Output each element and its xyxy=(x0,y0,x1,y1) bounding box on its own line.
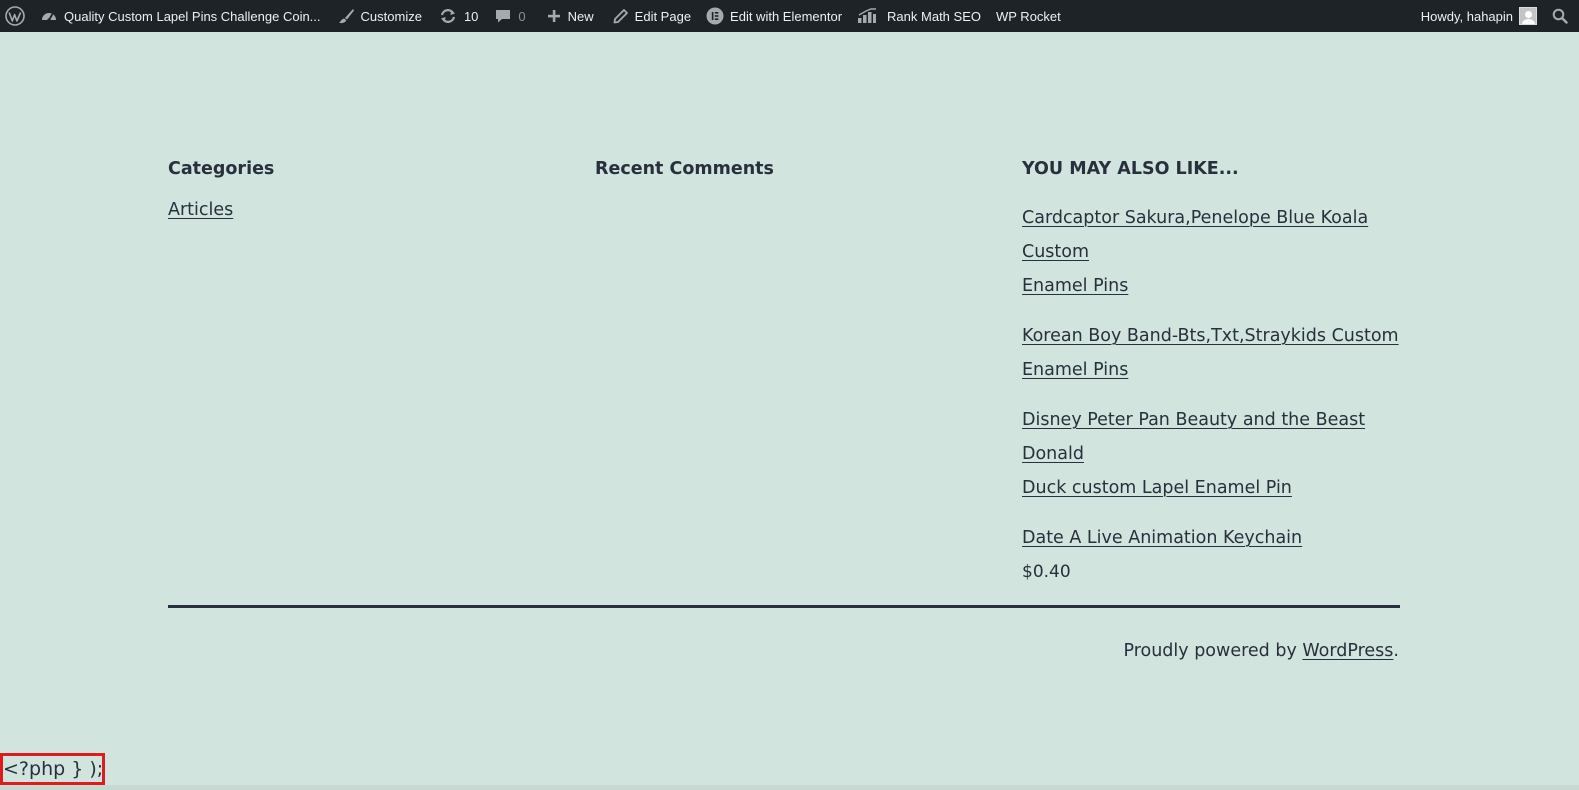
dashboard-icon xyxy=(40,7,58,25)
comments-count: 0 xyxy=(518,8,526,24)
stray-php-code: <?php } ); xyxy=(0,753,105,785)
recent-comments-widget: Recent Comments xyxy=(595,156,995,182)
plus-icon xyxy=(546,8,562,24)
avatar-icon xyxy=(1519,7,1537,25)
product-link[interactable]: Enamel Pins xyxy=(1022,269,1422,303)
howdy-label: Howdy, hahapin xyxy=(1420,8,1513,24)
footer-divider xyxy=(168,605,1400,608)
my-account-menu[interactable]: Howdy, hahapin xyxy=(1421,0,1537,32)
also-like-widget: YOU MAY ALSO LIKE... Cardcaptor Sakura,P… xyxy=(1022,156,1422,605)
edit-page-label: Edit Page xyxy=(634,8,692,24)
also-like-title: YOU MAY ALSO LIKE... xyxy=(1022,159,1239,179)
wordpress-link[interactable]: WordPress xyxy=(1302,641,1393,661)
edit-elementor-label: Edit with Elementor xyxy=(730,8,843,24)
customize-label: Customize xyxy=(360,8,422,24)
rank-math-icon xyxy=(857,8,877,24)
comment-icon xyxy=(494,7,512,25)
product-price: $0.40 xyxy=(1022,562,1071,582)
wp-rocket-label: WP Rocket xyxy=(995,8,1061,24)
search-icon xyxy=(1552,8,1568,24)
elementor-icon xyxy=(706,7,724,25)
edit-page-link[interactable]: Edit Page xyxy=(612,0,691,32)
categories-title: Categories xyxy=(168,159,275,179)
site-name: Quality Custom Lapel Pins Challenge Coin… xyxy=(64,8,321,24)
rank-math-menu[interactable]: Rank Math SEO xyxy=(857,0,981,32)
new-label: New xyxy=(567,8,594,24)
product-link[interactable]: Disney Peter Pan Beauty and the Beast Do… xyxy=(1022,403,1422,471)
product-link[interactable]: Date A Live Animation Keychain xyxy=(1022,521,1422,555)
product-link[interactable]: Enamel Pins xyxy=(1022,353,1422,387)
powered-by: Proudly powered by WordPress. xyxy=(1123,641,1399,661)
wp-rocket-menu[interactable]: WP Rocket xyxy=(996,0,1061,32)
admin-bar-secondary: Howdy, hahapin xyxy=(1421,0,1579,32)
product-item[interactable]: Disney Peter Pan Beauty and the Beast Do… xyxy=(1022,403,1422,505)
recent-comments-title: Recent Comments xyxy=(595,159,774,179)
comments-link[interactable]: 0 xyxy=(494,0,526,32)
powered-prefix: Proudly powered by xyxy=(1123,641,1303,661)
updates-link[interactable]: 10 xyxy=(438,0,478,32)
wordpress-logo-icon xyxy=(5,6,25,26)
customize-link[interactable]: Customize xyxy=(337,0,422,32)
product-link[interactable]: Duck custom Lapel Enamel Pin xyxy=(1022,471,1422,505)
edit-elementor-link[interactable]: Edit with Elementor xyxy=(706,0,842,32)
category-link-articles[interactable]: Articles xyxy=(168,193,568,227)
site-name-menu[interactable]: Quality Custom Lapel Pins Challenge Coin… xyxy=(40,0,321,32)
product-link[interactable]: Cardcaptor Sakura,Penelope Blue Koala Cu… xyxy=(1022,201,1422,269)
rank-math-label: Rank Math SEO xyxy=(887,8,981,24)
product-item[interactable]: Korean Boy Band-Bts,Txt,Straykids Custom… xyxy=(1022,319,1422,387)
bottom-strip xyxy=(0,785,1579,790)
admin-bar: Quality Custom Lapel Pins Challenge Coin… xyxy=(0,0,1579,32)
updates-count: 10 xyxy=(463,8,479,24)
admin-search[interactable] xyxy=(1541,0,1579,32)
wordpress-menu[interactable] xyxy=(0,0,33,32)
categories-widget: Categories Articles xyxy=(168,156,568,227)
powered-suffix: . xyxy=(1393,641,1399,661)
product-item[interactable]: Date A Live Animation Keychain $0.40 xyxy=(1022,521,1422,589)
brush-icon xyxy=(337,7,355,25)
new-content-menu[interactable]: New xyxy=(546,0,594,32)
product-list: Cardcaptor Sakura,Penelope Blue Koala Cu… xyxy=(1022,201,1422,589)
product-item[interactable]: Cardcaptor Sakura,Penelope Blue Koala Cu… xyxy=(1022,201,1422,303)
updates-icon xyxy=(438,7,458,25)
product-link[interactable]: Korean Boy Band-Bts,Txt,Straykids Custom xyxy=(1022,319,1422,353)
pencil-icon xyxy=(612,8,629,25)
